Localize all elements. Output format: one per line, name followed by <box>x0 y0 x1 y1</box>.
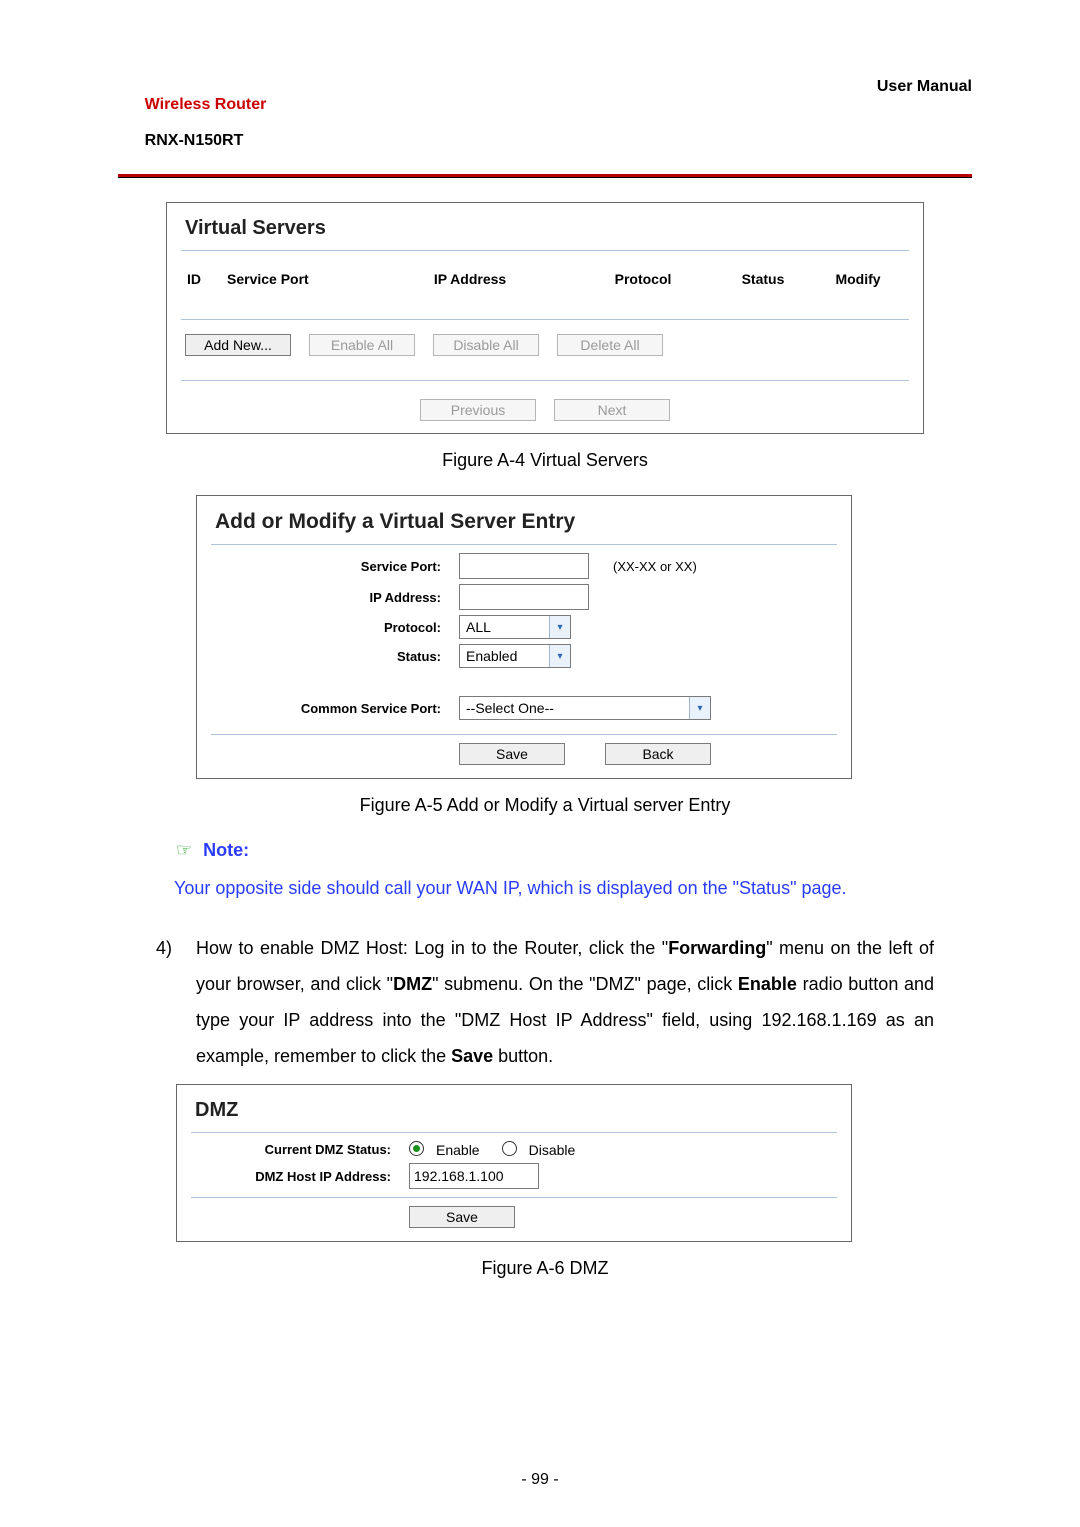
next-button[interactable]: Next <box>554 399 670 421</box>
disable-all-button[interactable]: Disable All <box>433 334 539 356</box>
header-rule-thin <box>118 177 972 178</box>
step-number: 4) <box>156 930 182 1074</box>
common-service-port-label: Common Service Port: <box>211 701 459 716</box>
delete-all-button[interactable]: Delete All <box>557 334 663 356</box>
virtual-servers-title: Virtual Servers <box>185 217 909 240</box>
add-modify-title: Add or Modify a Virtual Server Entry <box>215 510 837 534</box>
col-id: ID <box>187 271 227 287</box>
note-label: Note: <box>203 840 249 860</box>
step4-bold: Forwarding <box>668 938 766 958</box>
ip-address-label: IP Address: <box>211 590 459 605</box>
step-4-paragraph: 4) How to enable DMZ Host: Log in to the… <box>156 930 934 1074</box>
chevron-down-icon: ▾ <box>689 697 710 719</box>
status-select-value: Enabled <box>460 648 549 664</box>
col-status: Status <box>713 271 813 287</box>
page-number: - 99 - <box>0 1471 1080 1489</box>
manual-label: User Manual <box>877 78 972 96</box>
pointing-hand-icon: ☞ <box>176 840 192 860</box>
previous-button[interactable]: Previous <box>420 399 536 421</box>
col-ip: IP Address <box>367 271 573 287</box>
step4-bold: DMZ <box>393 974 432 994</box>
dmz-save-button[interactable]: Save <box>409 1206 515 1228</box>
note-header: ☞ Note: <box>176 840 972 861</box>
step4-bold: Save <box>451 1046 493 1066</box>
step4-text: How to enable DMZ Host: Log in to the Ro… <box>196 938 668 958</box>
service-port-label: Service Port: <box>211 559 459 574</box>
back-button[interactable]: Back <box>605 743 711 765</box>
dmz-host-ip-label: DMZ Host IP Address: <box>191 1169 409 1184</box>
figure-a6-caption: Figure A-6 DMZ <box>118 1258 972 1279</box>
col-service-port: Service Port <box>227 271 367 287</box>
add-new-button[interactable]: Add New... <box>185 334 291 356</box>
step4-bold: Enable <box>738 974 797 994</box>
step4-text: button. <box>493 1046 553 1066</box>
model-label: RNX-N150RT <box>145 132 244 149</box>
chevron-down-icon: ▾ <box>549 645 570 667</box>
service-port-input[interactable] <box>459 553 589 579</box>
step4-text: " submenu. On the "DMZ" page, click <box>432 974 738 994</box>
protocol-label: Protocol: <box>211 620 459 635</box>
col-modify: Modify <box>813 271 903 287</box>
col-protocol: Protocol <box>573 271 713 287</box>
enable-radio-label: Enable <box>436 1142 480 1158</box>
save-button[interactable]: Save <box>459 743 565 765</box>
note-body: Your opposite side should call your WAN … <box>174 875 916 902</box>
disable-radio[interactable] <box>502 1141 517 1156</box>
enable-all-button[interactable]: Enable All <box>309 334 415 356</box>
protocol-select-value: ALL <box>460 619 549 635</box>
service-port-hint: (XX-XX or XX) <box>613 559 697 574</box>
enable-radio[interactable] <box>409 1141 424 1156</box>
ip-address-input[interactable] <box>459 584 589 610</box>
dmz-host-ip-input[interactable] <box>409 1163 539 1189</box>
disable-radio-label: Disable <box>529 1142 576 1158</box>
common-service-port-value: --Select One-- <box>460 700 689 716</box>
figure-a4-panel: Virtual Servers ID Service Port IP Addre… <box>166 202 924 434</box>
current-dmz-status-label: Current DMZ Status: <box>191 1142 409 1157</box>
status-select[interactable]: Enabled ▾ <box>459 644 571 668</box>
brand-label: Wireless Router <box>145 96 267 113</box>
virtual-servers-table-header: ID Service Port IP Address Protocol Stat… <box>181 259 909 311</box>
figure-a5-panel: Add or Modify a Virtual Server Entry Ser… <box>196 495 852 779</box>
page-header: Wireless Router RNX-N150RT User Manual <box>118 78 972 174</box>
chevron-down-icon: ▾ <box>549 616 570 638</box>
common-service-port-select[interactable]: --Select One-- ▾ <box>459 696 711 720</box>
status-label: Status: <box>211 649 459 664</box>
protocol-select[interactable]: ALL ▾ <box>459 615 571 639</box>
dmz-title: DMZ <box>195 1099 837 1122</box>
figure-a6-panel: DMZ Current DMZ Status: Enable Disable D… <box>176 1084 852 1242</box>
figure-a5-caption: Figure A-5 Add or Modify a Virtual serve… <box>118 795 972 816</box>
figure-a4-caption: Figure A-4 Virtual Servers <box>118 450 972 471</box>
